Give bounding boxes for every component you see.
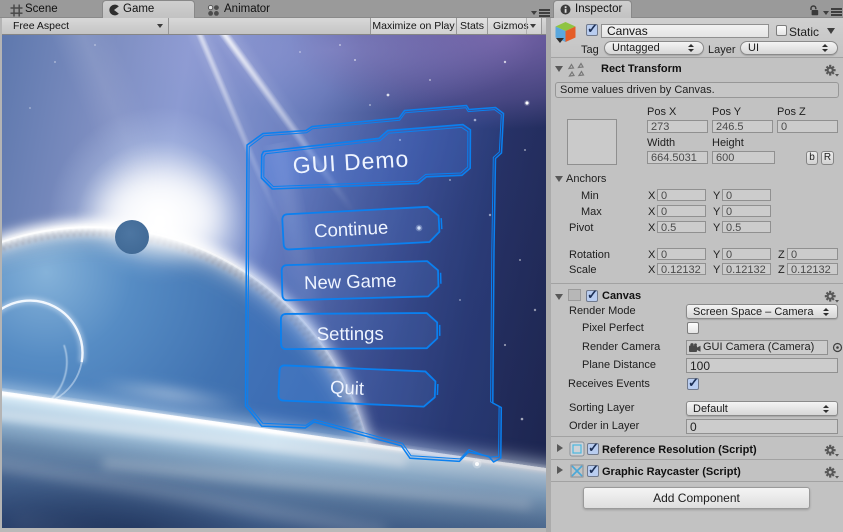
svg-text:Quit: Quit [330,376,365,398]
svg-text:Settings: Settings [317,323,384,344]
svg-text:New Game: New Game [304,270,397,294]
svg-text:Continue: Continue [314,216,389,241]
